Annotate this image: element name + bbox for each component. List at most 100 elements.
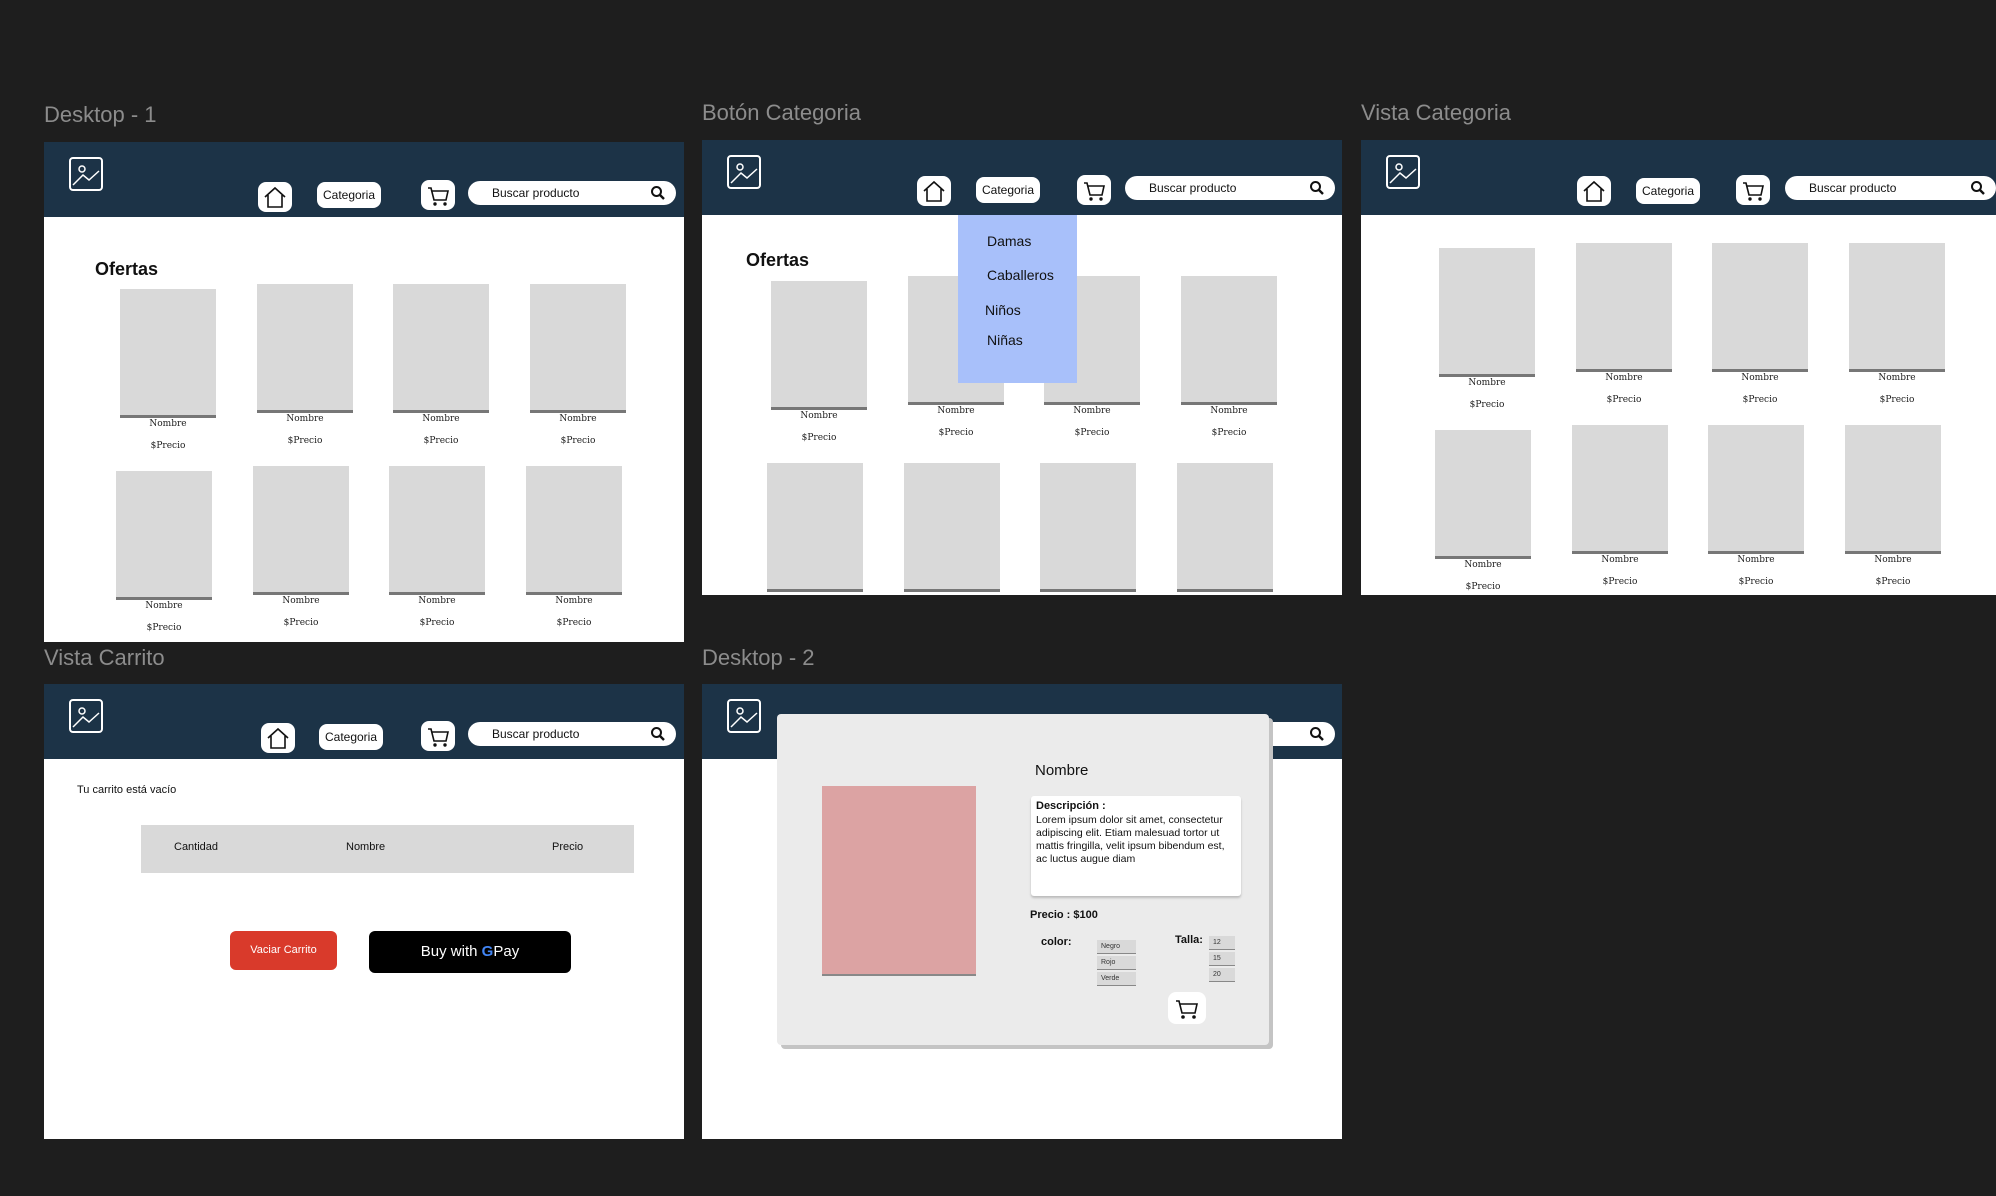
product-card[interactable] bbox=[120, 289, 216, 415]
search-icon[interactable] bbox=[650, 726, 666, 742]
search-icon[interactable] bbox=[1309, 726, 1325, 742]
dropdown-item-caballeros[interactable]: Caballeros bbox=[987, 267, 1054, 283]
product-card[interactable] bbox=[1849, 243, 1945, 369]
home-icon bbox=[267, 727, 289, 749]
navbar: Categoria Buscar producto bbox=[44, 142, 684, 217]
color-option-rojo[interactable]: Rojo bbox=[1097, 956, 1136, 970]
size-option-20[interactable]: 20 bbox=[1209, 968, 1235, 982]
color-option-negro[interactable]: Negro bbox=[1097, 940, 1136, 954]
product-price: $Precio bbox=[560, 436, 596, 446]
cart-button[interactable] bbox=[1736, 175, 1770, 205]
category-button[interactable]: Categoria bbox=[319, 724, 383, 750]
search-input[interactable]: Buscar producto bbox=[1125, 176, 1335, 200]
google-pay-button[interactable]: Buy with GPay bbox=[369, 931, 571, 973]
product-card[interactable] bbox=[393, 284, 489, 410]
product-price: $Precio bbox=[801, 433, 837, 443]
image-icon[interactable] bbox=[69, 157, 103, 191]
category-dropdown: Damas Caballeros Niños Niñas bbox=[958, 215, 1077, 383]
frame-vista-carrito: Categoria Buscar producto Tu carrito est… bbox=[44, 684, 684, 1139]
home-icon bbox=[923, 180, 945, 202]
search-placeholder: Buscar producto bbox=[492, 186, 580, 200]
product-name: Nombre bbox=[800, 411, 838, 421]
product-name: Nombre bbox=[1605, 373, 1643, 383]
image-icon[interactable] bbox=[69, 699, 103, 733]
product-name: Nombre bbox=[1601, 555, 1639, 565]
search-input[interactable]: Buscar producto bbox=[468, 181, 676, 205]
product-card[interactable] bbox=[1177, 463, 1273, 589]
product-card[interactable] bbox=[389, 466, 485, 592]
product-card[interactable] bbox=[1181, 276, 1277, 402]
image-icon[interactable] bbox=[727, 155, 761, 189]
dropdown-item-ninas[interactable]: Niñas bbox=[987, 332, 1023, 348]
product-card[interactable] bbox=[526, 466, 622, 592]
product-price: $Precio bbox=[146, 623, 182, 633]
cart-button[interactable] bbox=[421, 180, 455, 210]
category-button[interactable]: Categoria bbox=[976, 177, 1040, 203]
product-card[interactable] bbox=[1040, 463, 1136, 589]
image-icon[interactable] bbox=[1386, 155, 1420, 189]
empty-cart-button[interactable]: Vaciar Carrito bbox=[230, 931, 337, 970]
home-icon bbox=[1583, 180, 1605, 202]
product-name: Nombre bbox=[937, 406, 975, 416]
frame-vista-categoria: Categoria Buscar producto Nombre $Precio… bbox=[1361, 140, 1996, 595]
color-label: color: bbox=[1041, 936, 1072, 948]
product-name: Nombre bbox=[282, 596, 320, 606]
product-detail-panel: Nombre Descripción : Lorem ipsum dolor s… bbox=[777, 714, 1269, 1045]
cart-icon bbox=[428, 187, 449, 206]
product-card[interactable] bbox=[904, 463, 1000, 589]
size-option-12[interactable]: 12 bbox=[1209, 936, 1235, 950]
search-icon[interactable] bbox=[650, 185, 666, 201]
product-card[interactable] bbox=[116, 471, 212, 597]
dropdown-item-damas[interactable]: Damas bbox=[987, 233, 1031, 249]
cart-button[interactable] bbox=[1077, 175, 1111, 205]
category-button[interactable]: Categoria bbox=[1636, 178, 1700, 204]
home-button[interactable] bbox=[258, 182, 292, 212]
product-price: $Precio bbox=[287, 436, 323, 446]
home-button[interactable] bbox=[1577, 176, 1611, 206]
cart-button[interactable] bbox=[421, 721, 455, 751]
column-nombre: Nombre bbox=[346, 841, 386, 853]
color-option-verde[interactable]: Verde bbox=[1097, 972, 1136, 986]
home-button[interactable] bbox=[917, 176, 951, 206]
search-icon[interactable] bbox=[1309, 180, 1325, 196]
product-name: Nombre bbox=[559, 414, 597, 424]
frame-title-vista-carrito: Vista Carrito bbox=[44, 645, 165, 670]
product-card[interactable] bbox=[1712, 243, 1808, 369]
search-icon[interactable] bbox=[1970, 180, 1986, 196]
product-card[interactable] bbox=[530, 284, 626, 410]
product-name: Nombre bbox=[145, 601, 183, 611]
product-card[interactable] bbox=[771, 281, 867, 407]
search-input[interactable]: Buscar producto bbox=[468, 722, 676, 746]
product-card[interactable] bbox=[1572, 425, 1668, 551]
add-to-cart-button[interactable] bbox=[1168, 992, 1206, 1024]
product-name: Nombre bbox=[286, 414, 324, 424]
product-price: $Precio bbox=[1465, 582, 1501, 592]
home-button[interactable] bbox=[261, 723, 295, 753]
category-button[interactable]: Categoria bbox=[317, 182, 381, 208]
product-name: Nombre bbox=[1210, 406, 1248, 416]
product-card[interactable] bbox=[1576, 243, 1672, 369]
dropdown-item-ninos[interactable]: Niños bbox=[985, 302, 1021, 318]
product-card[interactable] bbox=[257, 284, 353, 410]
product-card[interactable] bbox=[253, 466, 349, 592]
product-card[interactable] bbox=[1708, 425, 1804, 551]
product-card[interactable] bbox=[767, 463, 863, 589]
product-price: $Precio bbox=[1211, 428, 1247, 438]
cart-icon bbox=[1084, 182, 1105, 201]
product-card[interactable] bbox=[1435, 430, 1531, 556]
navbar: Categoria Buscar producto bbox=[702, 140, 1342, 215]
product-card[interactable] bbox=[1439, 248, 1535, 374]
gpay-prefix: Buy with bbox=[420, 943, 478, 960]
image-icon[interactable] bbox=[727, 699, 761, 733]
search-placeholder: Buscar producto bbox=[1809, 181, 1897, 195]
google-g-icon: G bbox=[481, 943, 494, 960]
size-option-15[interactable]: 15 bbox=[1209, 952, 1235, 966]
section-title: Ofertas bbox=[746, 250, 810, 270]
product-name: Nombre bbox=[555, 596, 593, 606]
product-price: Precio : $100 bbox=[1030, 909, 1098, 921]
product-image bbox=[822, 786, 976, 974]
product-price: $Precio bbox=[1469, 400, 1505, 410]
product-name: Nombre bbox=[149, 419, 187, 429]
product-card[interactable] bbox=[1845, 425, 1941, 551]
search-input[interactable]: Buscar producto bbox=[1785, 176, 1996, 200]
